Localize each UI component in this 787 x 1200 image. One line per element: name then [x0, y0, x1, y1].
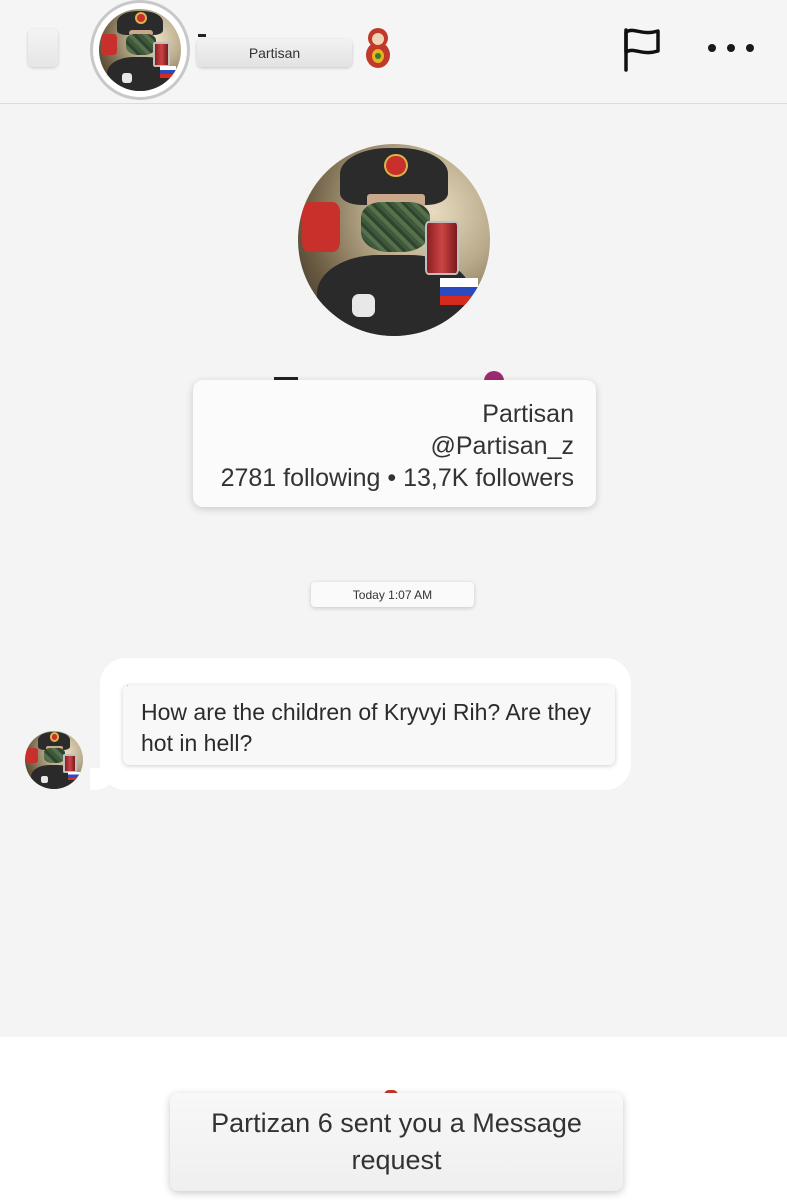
sender-avatar[interactable]	[25, 731, 83, 789]
back-button[interactable]	[28, 29, 58, 67]
profile-follow-stats: 2781 following • 13,7K followers	[220, 464, 574, 492]
profile-display-name: Partisan	[482, 400, 574, 428]
header-name[interactable]: Partisan	[197, 39, 352, 67]
flag-icon[interactable]	[620, 26, 664, 72]
top-bar: Partisan	[0, 0, 787, 104]
message-request-banner[interactable]: Partizan 6 sent you a Message request	[170, 1093, 623, 1191]
avatar-image	[99, 9, 181, 91]
profile-info-card: Partisan @Partisan_z 2781 following • 13…	[193, 380, 596, 507]
profile-avatar[interactable]	[298, 144, 490, 336]
more-options-icon[interactable]	[708, 38, 754, 58]
matryoshka-doll-icon	[364, 26, 392, 73]
header-avatar[interactable]	[90, 0, 190, 100]
message-text: How are the children of Kryvyi Rih? Are …	[123, 685, 615, 765]
message-timestamp: Today 1:07 AM	[311, 582, 474, 607]
header-name-mark	[198, 34, 206, 37]
profile-handle[interactable]: @Partisan_z	[215, 430, 575, 462]
